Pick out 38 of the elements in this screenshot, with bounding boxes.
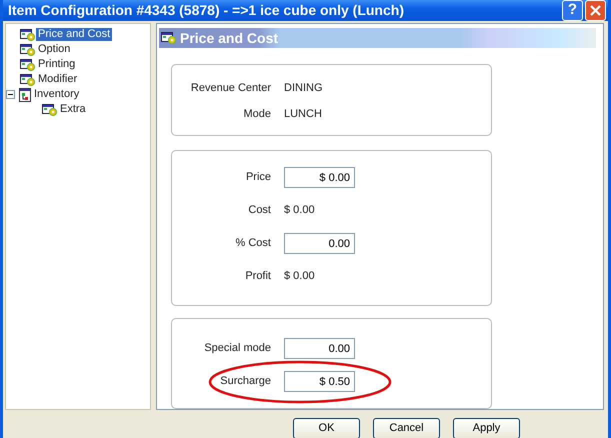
field-label: Mode <box>242 106 272 122</box>
help-button[interactable]: ? <box>562 0 583 21</box>
settings-page-icon <box>161 31 177 45</box>
window-title: Item Configuration #4343 (5878) - =>1 ice cube only (Lunch) <box>8 1 405 20</box>
input-field[interactable]: $ 0.00 <box>284 167 355 188</box>
field-label: Price <box>244 170 272 186</box>
input-field[interactable]: 0.00 <box>284 338 355 359</box>
settings-page-icon <box>20 28 36 42</box>
tree-item[interactable]: Inventory <box>32 88 82 101</box>
input-field[interactable]: 0.00 <box>284 233 355 254</box>
field-label: % Cost <box>234 236 272 252</box>
field-label: Cost <box>247 203 272 218</box>
field-label: Profit <box>244 269 272 284</box>
input-field[interactable]: $ 0.50 <box>284 371 355 392</box>
settings-page-icon <box>42 102 58 116</box>
field-label: Surcharge <box>219 374 272 390</box>
field-value: DINING <box>284 80 322 96</box>
field-label: Special mode <box>203 341 272 356</box>
tree-item[interactable]: Printing <box>36 58 78 71</box>
tree-folder-icon <box>18 88 32 102</box>
collapse-toggle[interactable] <box>6 90 15 99</box>
tree-item[interactable]: Price and Cost <box>36 28 112 41</box>
dialog-button[interactable]: OK <box>293 418 360 438</box>
field-value: LUNCH <box>284 106 322 122</box>
dialog-button[interactable]: Cancel <box>373 418 440 438</box>
settings-page-icon <box>20 42 36 56</box>
page-title: Price and Cost <box>180 28 278 48</box>
field-label: Revenue Center <box>190 80 272 96</box>
field-value: $ 0.00 <box>284 203 315 218</box>
close-icon <box>590 5 601 16</box>
field-value: $ 0.00 <box>284 269 315 284</box>
close-button[interactable] <box>585 0 606 21</box>
tree-item[interactable]: Extra <box>58 103 88 116</box>
dialog-button[interactable]: Apply <box>453 418 520 438</box>
tree-item[interactable]: Modifier <box>36 73 80 86</box>
tree-item[interactable]: Option <box>36 43 72 56</box>
settings-page-icon <box>20 72 36 86</box>
settings-page-icon <box>20 58 36 72</box>
